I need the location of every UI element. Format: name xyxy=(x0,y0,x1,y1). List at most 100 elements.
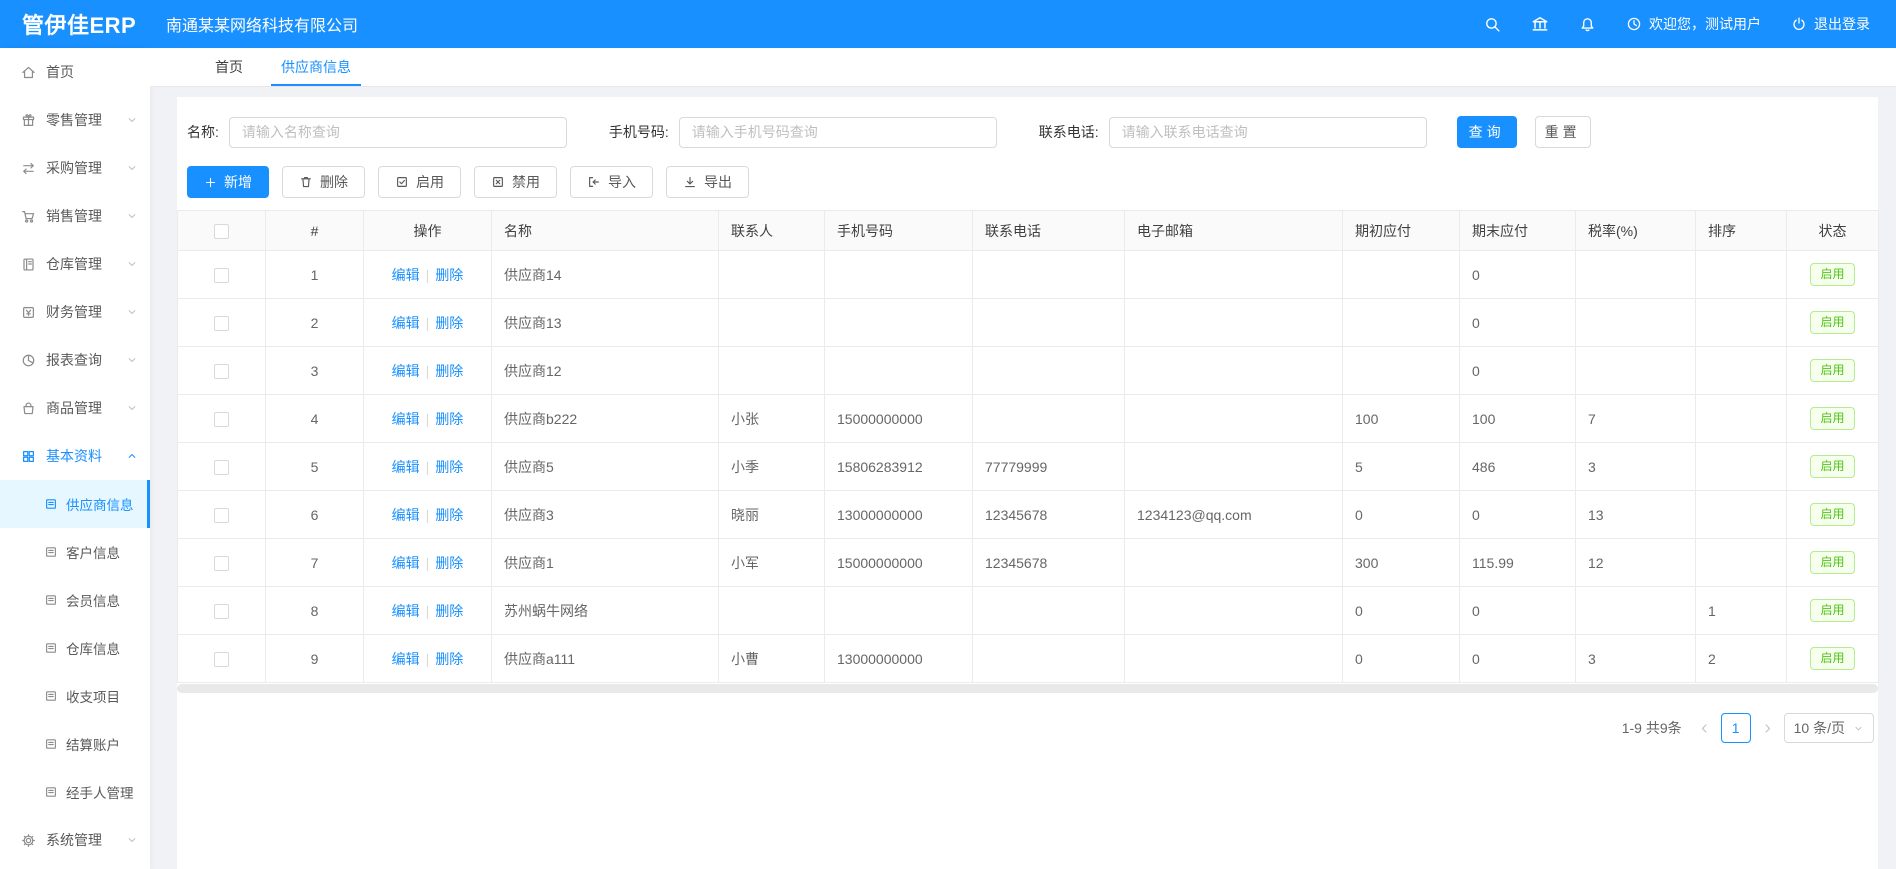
supplier-table-wrap: # 操作 名称 联系人 手机号码 联系电话 电子邮箱 期初应付 期末应付 税率(… xyxy=(177,210,1878,693)
sidebar-item-basic-data[interactable]: 基本资料 xyxy=(0,432,150,480)
cell-phone xyxy=(973,395,1125,443)
row-checkbox[interactable] xyxy=(214,460,229,475)
sidebar-item-home[interactable]: 首页 xyxy=(0,48,150,96)
edit-link[interactable]: 编辑 xyxy=(392,507,420,523)
cell-end-payable: 0 xyxy=(1460,251,1576,299)
add-button[interactable]: 新增 xyxy=(187,166,269,198)
mobile-search-input[interactable] xyxy=(679,117,997,148)
delete-link[interactable]: 删除 xyxy=(435,363,463,379)
sidebar-subitem-member-info[interactable]: 会员信息 xyxy=(0,576,150,624)
chevron-down-icon xyxy=(126,114,138,126)
sidebar-subitem-settlement-account[interactable]: 结算账户 xyxy=(0,720,150,768)
bank-icon[interactable] xyxy=(1531,15,1549,33)
row-checkbox[interactable] xyxy=(214,604,229,619)
next-page-button[interactable] xyxy=(1761,722,1774,735)
select-all-checkbox[interactable] xyxy=(214,224,229,239)
sidebar-subitem-warehouse-info[interactable]: 仓库信息 xyxy=(0,624,150,672)
sidebar-item-purchase[interactable]: 采购管理 xyxy=(0,144,150,192)
edit-link[interactable]: 编辑 xyxy=(392,555,420,571)
current-page-button[interactable]: 1 xyxy=(1721,713,1751,743)
cell-actions: 编辑|删除 xyxy=(364,299,492,347)
delete-link[interactable]: 删除 xyxy=(435,651,463,667)
col-header-begin-payable: 期初应付 xyxy=(1343,211,1460,251)
export-button[interactable]: 导出 xyxy=(666,166,749,198)
edit-link[interactable]: 编辑 xyxy=(392,363,420,379)
check-square-icon xyxy=(395,175,409,189)
sidebar-subitem-handler-management[interactable]: 经手人管理 xyxy=(0,768,150,816)
delete-link[interactable]: 删除 xyxy=(435,459,463,475)
delete-link[interactable]: 删除 xyxy=(435,315,463,331)
table-row: 4 编辑|删除 供应商b222 小张 15000000000 1 xyxy=(178,395,1879,443)
reset-button[interactable]: 重置 xyxy=(1535,116,1591,148)
edit-link[interactable]: 编辑 xyxy=(392,459,420,475)
delete-button[interactable]: 删除 xyxy=(282,166,365,198)
disable-button[interactable]: 禁用 xyxy=(474,166,557,198)
export-icon xyxy=(683,175,697,189)
row-checkbox[interactable] xyxy=(214,268,229,283)
row-checkbox[interactable] xyxy=(214,652,229,667)
name-search-input[interactable] xyxy=(229,117,567,148)
import-button[interactable]: 导入 xyxy=(570,166,653,198)
chevron-up-icon xyxy=(126,450,138,462)
main-area: 首页 供应商信息 名称: 手机号码: 联系电话: 查询 重置 xyxy=(150,48,1896,869)
bell-icon[interactable] xyxy=(1579,16,1596,33)
query-button[interactable]: 查询 xyxy=(1457,116,1517,148)
cell-actions: 编辑|删除 xyxy=(364,443,492,491)
delete-link[interactable]: 删除 xyxy=(435,267,463,283)
edit-link[interactable]: 编辑 xyxy=(392,411,420,427)
col-header-index: # xyxy=(266,211,364,251)
row-checkbox[interactable] xyxy=(214,508,229,523)
clock-icon xyxy=(1626,16,1642,32)
cell-actions: 编辑|删除 xyxy=(364,635,492,683)
document-icon xyxy=(44,737,58,751)
enable-button[interactable]: 启用 xyxy=(378,166,461,198)
sidebar-subitem-income-expense[interactable]: 收支项目 xyxy=(0,672,150,720)
row-checkbox[interactable] xyxy=(214,412,229,427)
cell-index: 8 xyxy=(266,587,364,635)
prev-page-button[interactable] xyxy=(1698,722,1711,735)
cell-email xyxy=(1125,443,1343,491)
cell-name: 供应商3 xyxy=(492,491,719,539)
cell-sort xyxy=(1696,491,1787,539)
phone-search-input[interactable] xyxy=(1109,117,1427,148)
sidebar-subitem-supplier-info[interactable]: 供应商信息 xyxy=(0,480,150,528)
sidebar-item-goods[interactable]: 商品管理 xyxy=(0,384,150,432)
sidebar-subitem-customer-info[interactable]: 客户信息 xyxy=(0,528,150,576)
edit-link[interactable]: 编辑 xyxy=(392,315,420,331)
sidebar-item-reports[interactable]: 报表查询 xyxy=(0,336,150,384)
tab-supplier-info[interactable]: 供应商信息 xyxy=(271,48,361,86)
cell-begin-payable xyxy=(1343,299,1460,347)
edit-link[interactable]: 编辑 xyxy=(392,603,420,619)
delete-link[interactable]: 删除 xyxy=(435,411,463,427)
cell-begin-payable: 100 xyxy=(1343,395,1460,443)
horizontal-scrollbar[interactable] xyxy=(177,684,1878,693)
sidebar-item-finance[interactable]: 财务管理 xyxy=(0,288,150,336)
chevron-down-icon xyxy=(126,354,138,366)
welcome-text: 欢迎您，测试用户 xyxy=(1649,14,1761,34)
sidebar-item-retail[interactable]: 零售管理 xyxy=(0,96,150,144)
edit-link[interactable]: 编辑 xyxy=(392,651,420,667)
cell-end-payable: 115.99 xyxy=(1460,539,1576,587)
cell-begin-payable: 300 xyxy=(1343,539,1460,587)
tab-home[interactable]: 首页 xyxy=(205,48,253,86)
cell-email xyxy=(1125,539,1343,587)
row-checkbox[interactable] xyxy=(214,364,229,379)
cell-sort: 2 xyxy=(1696,635,1787,683)
page-size-select[interactable]: 10 条/页 xyxy=(1784,713,1874,743)
row-checkbox[interactable] xyxy=(214,556,229,571)
sidebar-item-sales[interactable]: 销售管理 xyxy=(0,192,150,240)
row-checkbox[interactable] xyxy=(214,316,229,331)
logout-button[interactable]: 退出登录 xyxy=(1791,14,1870,34)
sidebar-item-warehouse[interactable]: 仓库管理 xyxy=(0,240,150,288)
cell-email xyxy=(1125,251,1343,299)
welcome-user[interactable]: 欢迎您，测试用户 xyxy=(1626,14,1761,34)
sidebar-item-system[interactable]: 系统管理 xyxy=(0,816,150,864)
page-size-value: 10 条/页 xyxy=(1794,718,1845,738)
delete-link[interactable]: 删除 xyxy=(435,603,463,619)
search-icon[interactable] xyxy=(1484,16,1501,33)
cell-email xyxy=(1125,299,1343,347)
edit-link[interactable]: 编辑 xyxy=(392,267,420,283)
delete-link[interactable]: 删除 xyxy=(435,555,463,571)
cell-tax-rate xyxy=(1576,251,1696,299)
delete-link[interactable]: 删除 xyxy=(435,507,463,523)
